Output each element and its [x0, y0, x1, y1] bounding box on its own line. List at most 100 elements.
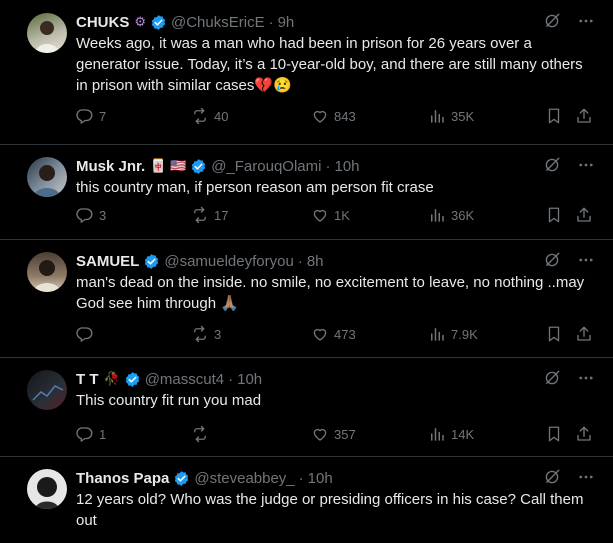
tweet-top-actions — [543, 369, 595, 392]
separator-dot: · — [268, 13, 274, 31]
grok-icon[interactable] — [543, 369, 561, 392]
separator-dot: · — [325, 157, 331, 175]
avatar[interactable] — [27, 469, 67, 509]
repost-button[interactable]: 40 — [191, 107, 228, 125]
views-button[interactable]: 35K — [428, 107, 474, 125]
avatar[interactable] — [27, 13, 67, 53]
views-icon — [428, 206, 446, 224]
tweet-top-actions — [543, 156, 595, 179]
views-icon — [428, 425, 446, 443]
display-name[interactable]: SAMUEL — [76, 253, 139, 270]
bookmark-icon — [545, 107, 563, 125]
like-icon — [311, 107, 329, 125]
repost-button[interactable]: 17 — [191, 206, 228, 224]
handle[interactable]: @ChuksEricE — [171, 14, 265, 31]
reply-button[interactable] — [76, 325, 99, 343]
tweet-top-actions — [543, 251, 595, 274]
more-icon[interactable] — [577, 369, 595, 392]
tweet[interactable]: CHUKS ⚙ @ChuksEricE · 9h Weeks ago, it w… — [0, 0, 613, 145]
tweet-header: Thanos Papa @steveabbey_ · 10h — [76, 468, 333, 488]
grok-icon[interactable] — [543, 468, 561, 491]
bookmark-button[interactable] — [545, 425, 563, 443]
display-name[interactable]: Musk Jnr. — [76, 158, 145, 175]
tweet[interactable]: T T 🥀 @masscut4 · 10h This country fit r… — [0, 357, 613, 457]
verified-badge-icon — [150, 14, 167, 31]
more-icon[interactable] — [577, 251, 595, 274]
share-icon — [575, 107, 593, 125]
grok-icon[interactable] — [543, 12, 561, 35]
share-button[interactable] — [575, 206, 593, 224]
avatar[interactable] — [27, 157, 67, 197]
reply-icon — [76, 107, 94, 125]
like-button[interactable]: 357 — [311, 425, 356, 443]
handle[interactable]: @samueldeyforyou — [164, 253, 293, 270]
like-button[interactable]: 1K — [311, 206, 350, 224]
reply-button[interactable]: 1 — [76, 425, 106, 443]
repost-icon — [191, 107, 209, 125]
timestamp[interactable]: 10h — [237, 371, 262, 388]
grok-icon[interactable] — [543, 251, 561, 274]
tweet-actions: 7 40 843 35K — [76, 107, 596, 127]
avatar[interactable] — [27, 252, 67, 292]
tweet[interactable]: Thanos Papa @steveabbey_ · 10h 12 years … — [0, 456, 613, 543]
like-button[interactable]: 473 — [311, 325, 356, 343]
share-button[interactable] — [575, 325, 593, 343]
tweet-top-actions — [543, 12, 595, 35]
repost-count: 40 — [214, 108, 229, 124]
reply-button[interactable]: 3 — [76, 206, 106, 224]
tweet-feed: CHUKS ⚙ @ChuksEricE · 9h Weeks ago, it w… — [0, 0, 613, 543]
timestamp[interactable]: 10h — [308, 470, 333, 487]
reply-button[interactable]: 7 — [76, 107, 106, 125]
tweet-text: man's dead on the inside. no smile, no e… — [76, 274, 585, 312]
tweet[interactable]: SAMUEL @samueldeyforyou · 8h man's dead … — [0, 239, 613, 358]
display-name[interactable]: CHUKS — [76, 14, 129, 31]
timestamp[interactable]: 8h — [307, 253, 324, 270]
tweet-header: CHUKS ⚙ @ChuksEricE · 9h — [76, 12, 294, 32]
views-button[interactable]: 7.9K — [428, 325, 478, 343]
handle[interactable]: @_FarouqOlami — [211, 158, 321, 175]
handle[interactable]: @masscut4 — [145, 371, 224, 388]
bookmark-icon — [545, 206, 563, 224]
display-name[interactable]: Thanos Papa — [76, 470, 169, 487]
name-emoji: 🥀 — [103, 371, 120, 386]
share-icon — [575, 425, 593, 443]
like-count: 357 — [334, 426, 356, 442]
views-icon — [428, 325, 446, 343]
repost-count: 3 — [214, 326, 222, 342]
more-icon[interactable] — [577, 468, 595, 491]
more-icon[interactable] — [577, 156, 595, 179]
repost-button[interactable] — [191, 425, 214, 443]
tweet-header: SAMUEL @samueldeyforyou · 8h — [76, 251, 324, 271]
like-count: 473 — [334, 326, 356, 342]
tweet-header: T T 🥀 @masscut4 · 10h — [76, 369, 262, 389]
views-count: 36K — [451, 207, 475, 223]
tweet[interactable]: Musk Jnr. 🀄 🇺🇸 @_FarouqOlami · 10h this … — [0, 144, 613, 240]
bookmark-button[interactable] — [545, 325, 563, 343]
share-icon — [575, 206, 593, 224]
share-button[interactable] — [575, 107, 593, 125]
bookmark-button[interactable] — [545, 206, 563, 224]
tweet-text: this country man, if person reason am pe… — [76, 179, 434, 196]
views-button[interactable]: 36K — [428, 206, 474, 224]
timestamp[interactable]: 10h — [334, 158, 359, 175]
views-button[interactable]: 14K — [428, 425, 474, 443]
more-icon[interactable] — [577, 12, 595, 35]
share-button[interactable] — [575, 425, 593, 443]
views-icon — [428, 107, 446, 125]
repost-icon — [191, 425, 209, 443]
handle[interactable]: @steveabbey_ — [194, 470, 294, 487]
like-button[interactable]: 843 — [311, 107, 356, 125]
avatar[interactable] — [27, 370, 67, 410]
tweet-actions: 3 473 7.9K — [76, 325, 596, 345]
repost-button[interactable]: 3 — [191, 325, 221, 343]
tweet-text: This country fit run you mad — [76, 392, 262, 409]
display-name[interactable]: T T — [76, 371, 99, 388]
separator-dot: · — [297, 252, 303, 270]
bookmark-button[interactable] — [545, 107, 563, 125]
grok-icon[interactable] — [543, 156, 561, 179]
verified-badge-icon — [124, 371, 141, 388]
timestamp[interactable]: 9h — [278, 14, 295, 31]
tweet-actions: 1 357 14K — [76, 425, 596, 445]
reply-icon — [76, 425, 94, 443]
repost-icon — [191, 206, 209, 224]
